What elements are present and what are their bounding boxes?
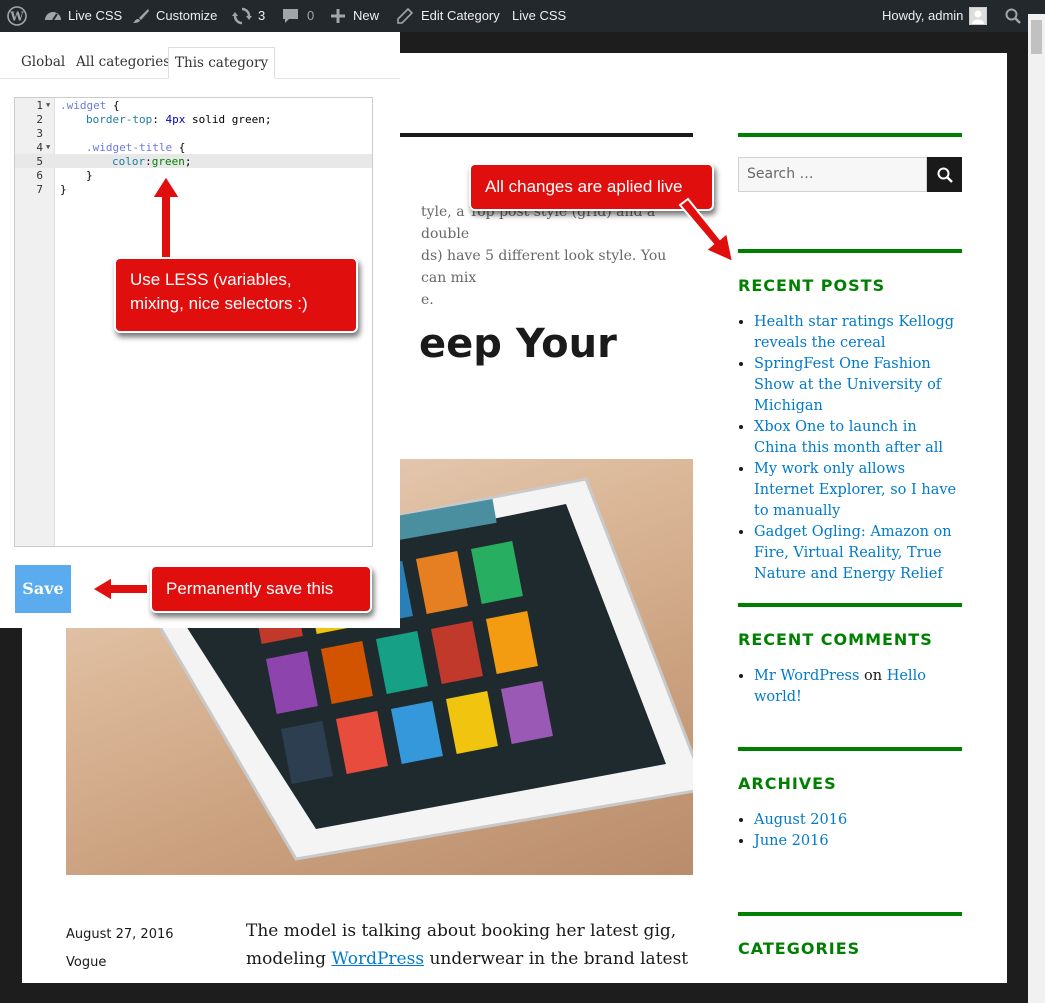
arrow-up-icon (150, 174, 182, 259)
arrow-down-right-icon (678, 197, 735, 264)
callout-arrows (90, 174, 735, 603)
arrow-left-icon (90, 575, 149, 603)
